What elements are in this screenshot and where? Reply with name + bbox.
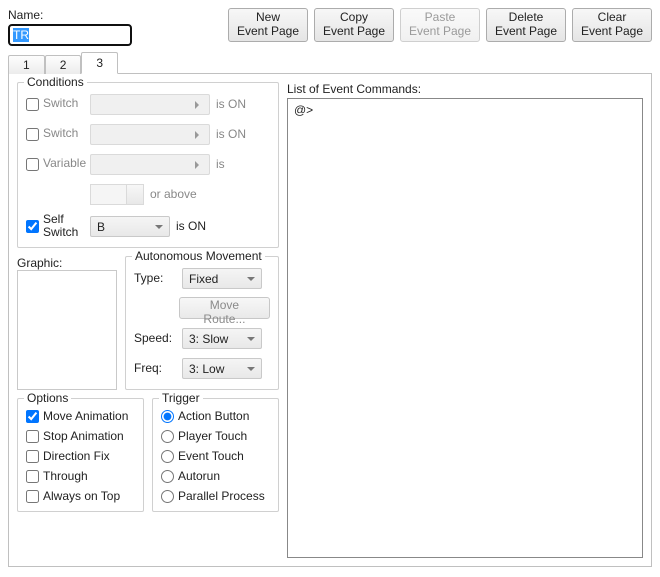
- options-legend: Options: [24, 391, 71, 405]
- delete-event-page-button[interactable]: DeleteEvent Page: [486, 8, 566, 42]
- trigger-autorun[interactable]: Autorun: [161, 469, 270, 483]
- variable-tail: is: [216, 157, 264, 171]
- trigger-parallel-process[interactable]: Parallel Process: [161, 489, 270, 503]
- switch1-tail: is ON: [216, 97, 264, 111]
- trigger-player-touch[interactable]: Player Touch: [161, 429, 270, 443]
- options-group: Options Move Animation Stop Animation Di…: [17, 398, 144, 512]
- speed-select[interactable]: 3: Slow: [182, 328, 262, 349]
- trigger-legend: Trigger: [159, 391, 203, 405]
- move-route-button: Move Route...: [179, 297, 270, 319]
- commands-label: List of Event Commands:: [287, 82, 643, 96]
- switch2-tail: is ON: [216, 127, 264, 141]
- clear-event-page-button[interactable]: ClearEvent Page: [572, 8, 652, 42]
- page-tabs: 1 2 3: [8, 52, 652, 74]
- or-above-label: or above: [150, 187, 197, 201]
- variable-select[interactable]: [90, 154, 210, 175]
- direction-fix-checkbox[interactable]: Direction Fix: [26, 449, 135, 463]
- always-on-top-checkbox[interactable]: Always on Top: [26, 489, 135, 503]
- self-switch-select[interactable]: B: [90, 216, 170, 237]
- type-select[interactable]: Fixed: [182, 268, 262, 289]
- graphic-label: Graphic:: [17, 256, 117, 270]
- tab-1[interactable]: 1: [8, 55, 45, 74]
- freq-label: Freq:: [134, 361, 176, 375]
- trigger-event-touch[interactable]: Event Touch: [161, 449, 270, 463]
- paste-event-page-button: PasteEvent Page: [400, 8, 480, 42]
- tab-2[interactable]: 2: [45, 55, 82, 74]
- freq-select[interactable]: 3: Low: [182, 358, 262, 379]
- graphic-box[interactable]: [17, 270, 117, 390]
- name-input[interactable]: [8, 24, 132, 46]
- event-commands-list[interactable]: @>: [287, 98, 643, 558]
- stop-animation-checkbox[interactable]: Stop Animation: [26, 429, 135, 443]
- tab-3[interactable]: 3: [81, 52, 118, 74]
- variable-value-spinner[interactable]: [90, 184, 144, 205]
- conditions-group: Conditions Switch is ON Switch is ON Var…: [17, 82, 279, 248]
- new-event-page-button[interactable]: NewEvent Page: [228, 8, 308, 42]
- trigger-group: Trigger Action Button Player Touch Event…: [152, 398, 279, 512]
- autonomous-legend: Autonomous Movement: [132, 249, 265, 263]
- copy-event-page-button[interactable]: CopyEvent Page: [314, 8, 394, 42]
- type-label: Type:: [134, 271, 176, 285]
- autonomous-movement-group: Autonomous Movement Type: Fixed Move Rou…: [125, 256, 279, 390]
- switch1-select[interactable]: [90, 94, 210, 115]
- switch2-checkbox[interactable]: Switch: [26, 127, 84, 140]
- through-checkbox[interactable]: Through: [26, 469, 135, 483]
- switch2-select[interactable]: [90, 124, 210, 145]
- switch1-checkbox[interactable]: Switch: [26, 97, 84, 110]
- speed-label: Speed:: [134, 331, 176, 345]
- self-switch-checkbox[interactable]: Self Switch: [26, 213, 84, 239]
- conditions-legend: Conditions: [24, 75, 87, 89]
- variable-checkbox[interactable]: Variable: [26, 157, 84, 170]
- move-animation-checkbox[interactable]: Move Animation: [26, 409, 135, 423]
- trigger-action-button[interactable]: Action Button: [161, 409, 270, 423]
- command-line[interactable]: @>: [294, 103, 636, 117]
- name-label: Name:: [8, 8, 132, 22]
- self-switch-tail: is ON: [176, 219, 224, 233]
